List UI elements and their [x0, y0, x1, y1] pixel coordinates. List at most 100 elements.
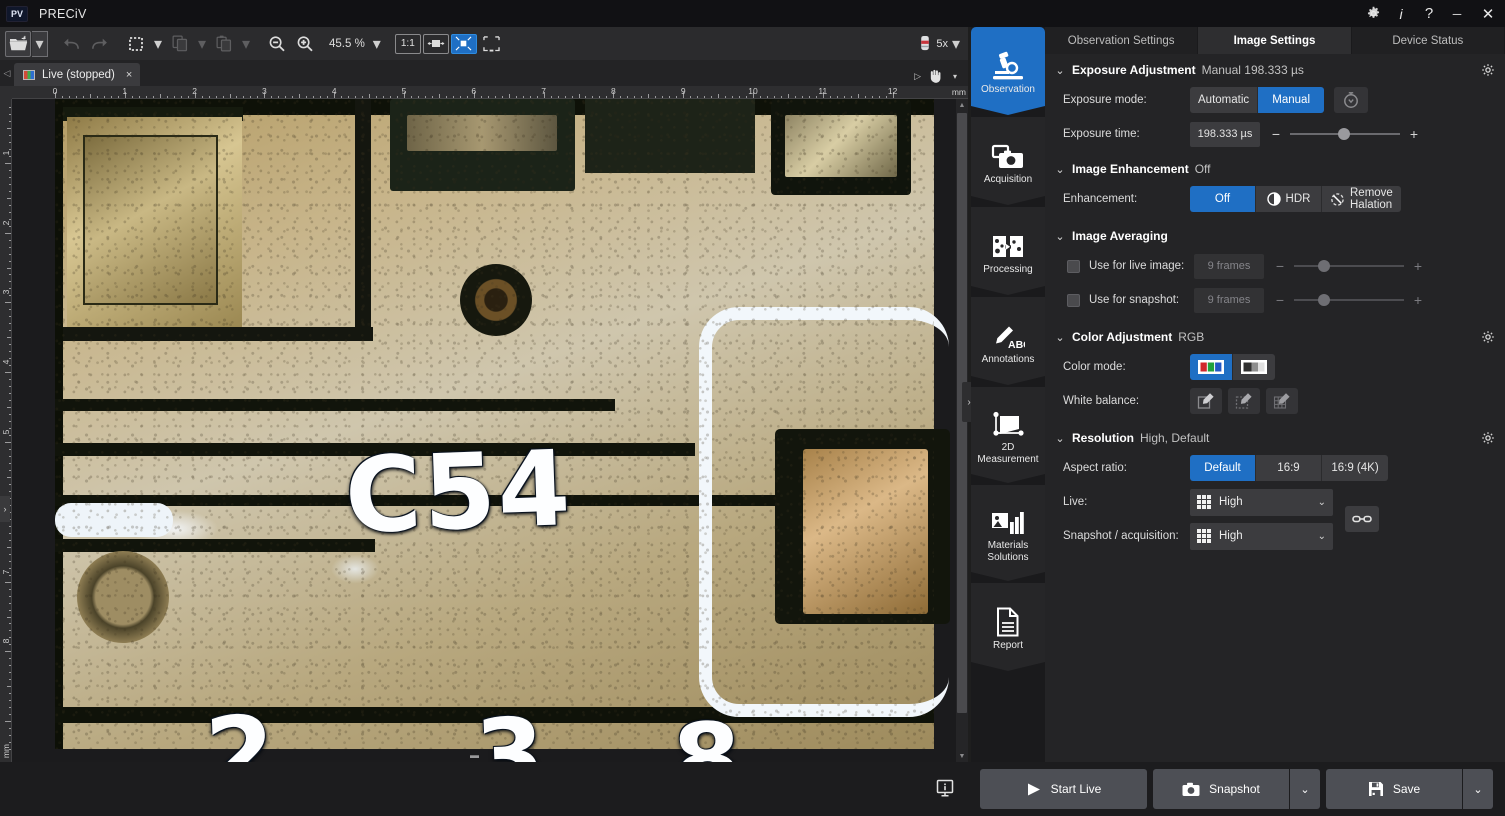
averaging-live-increase-button[interactable]: +: [1412, 258, 1424, 274]
fullscreen-icon[interactable]: [479, 34, 505, 54]
aspect-ratio-16-9-button[interactable]: 16:9: [1256, 455, 1322, 481]
scroll-up-icon[interactable]: ▲: [956, 99, 968, 111]
close-button[interactable]: ✕: [1471, 0, 1505, 27]
link-resolutions-chain-icon[interactable]: [1345, 506, 1379, 532]
redo-icon[interactable]: [86, 31, 112, 57]
document-tab-live[interactable]: Live (stopped) ×: [14, 63, 140, 86]
chevron-down-icon[interactable]: ⌄: [1318, 497, 1326, 508]
one-to-one-icon[interactable]: 1:1: [395, 34, 421, 54]
fit-window-icon[interactable]: [451, 34, 477, 54]
resolution-live-dropdown[interactable]: High ⌄: [1190, 489, 1333, 516]
collapse-left-panel-chevron-icon[interactable]: ›: [0, 496, 10, 522]
fit-width-icon[interactable]: [423, 34, 449, 54]
exposure-mode-automatic-button[interactable]: Automatic: [1190, 87, 1258, 113]
aspect-ratio-16-9-4k-button[interactable]: 16:9 (4K): [1322, 455, 1388, 481]
undo-icon[interactable]: [58, 31, 84, 57]
exposure-time-slider[interactable]: [1290, 133, 1400, 135]
section-color-adjustment[interactable]: ⌄ Color Adjustment RGB: [1045, 324, 1505, 350]
exposure-increase-button[interactable]: +: [1408, 126, 1420, 142]
rail-item-report[interactable]: Report: [971, 583, 1045, 671]
vertical-scrollbar[interactable]: ▲ ▼: [956, 99, 968, 762]
chevron-down-icon[interactable]: ⌄: [1054, 432, 1066, 445]
tab-device-status[interactable]: Device Status: [1352, 27, 1504, 54]
checkbox-use-for-live-image[interactable]: [1067, 260, 1080, 273]
gear-icon[interactable]: [1481, 63, 1495, 77]
enhancement-off-button[interactable]: Off: [1190, 186, 1256, 212]
color-mode-grayscale-button[interactable]: [1233, 354, 1275, 380]
save-button[interactable]: Save: [1326, 769, 1462, 809]
rail-item-2d-measurement[interactable]: 2DMeasurement: [971, 387, 1045, 483]
magnifier-minus-icon[interactable]: [264, 31, 290, 57]
slider-knob[interactable]: [1338, 128, 1350, 140]
minimize-button[interactable]: ─: [1443, 0, 1471, 27]
snapshot-button[interactable]: Snapshot: [1153, 769, 1289, 809]
chevron-down-icon[interactable]: ⌄: [1054, 64, 1066, 77]
chevron-down-icon[interactable]: ⌄: [1054, 331, 1066, 344]
paste-icon[interactable]: [211, 31, 237, 57]
close-icon[interactable]: ×: [126, 69, 132, 81]
aspect-ratio-default-button[interactable]: Default: [1190, 455, 1256, 481]
section-image-enhancement[interactable]: ⌄ Image Enhancement Off: [1045, 156, 1505, 182]
play-icon[interactable]: ▷: [914, 71, 921, 82]
slider-knob[interactable]: [1318, 294, 1330, 306]
start-live-button[interactable]: Start Live: [980, 769, 1147, 809]
chevron-down-icon[interactable]: ⌄: [1054, 230, 1066, 243]
section-resolution[interactable]: ⌄ Resolution High, Default: [1045, 425, 1505, 451]
rail-item-processing[interactable]: Annotations Processing: [971, 207, 1045, 295]
viewer-tools-chevron-down-icon[interactable]: ▾: [950, 69, 960, 83]
exposure-timer-button[interactable]: [1334, 87, 1368, 113]
tab-scroll-left-icon[interactable]: ◁: [0, 60, 14, 86]
rail-item-annotations[interactable]: ABC Annotations: [971, 297, 1045, 385]
exposure-mode-manual-button[interactable]: Manual: [1258, 87, 1324, 113]
averaging-snapshot-decrease-button[interactable]: −: [1274, 292, 1286, 308]
rail-item-materials-solutions[interactable]: MaterialsSolutions: [971, 485, 1045, 581]
open-file-dropdown-chevron-down-icon[interactable]: ▾: [32, 31, 48, 57]
enhancement-hdr-button[interactable]: HDR: [1256, 186, 1322, 212]
averaging-live-slider[interactable]: [1294, 265, 1404, 267]
gear-icon[interactable]: [1481, 330, 1495, 344]
copy-dropdown-chevron-down-icon[interactable]: ▾: [194, 31, 210, 57]
tab-image-settings[interactable]: Image Settings: [1198, 27, 1350, 54]
section-exposure-adjustment[interactable]: ⌄ Exposure Adjustment Manual 198.333 µs: [1045, 57, 1505, 83]
dashed-rectangle-icon[interactable]: [123, 31, 149, 57]
white-balance-point-picker-icon[interactable]: [1228, 388, 1260, 414]
averaging-snapshot-frames-value[interactable]: 9 frames: [1194, 288, 1264, 313]
hand-pan-icon[interactable]: [928, 69, 943, 83]
copy-icon[interactable]: [167, 31, 193, 57]
tab-observation-settings[interactable]: Observation Settings: [1045, 27, 1197, 54]
pan-handle-icon[interactable]: ▬: [470, 750, 479, 760]
enhancement-remove-halation-button[interactable]: RemoveHalation: [1322, 186, 1401, 212]
white-balance-auto-picker-icon[interactable]: [1266, 388, 1298, 414]
selection-tool-dropdown-chevron-down-icon[interactable]: ▾: [150, 31, 166, 57]
magnifier-plus-icon[interactable]: [292, 31, 318, 57]
averaging-live-frames-value[interactable]: 9 frames: [1194, 254, 1264, 279]
section-image-averaging[interactable]: ⌄ Image Averaging: [1045, 223, 1505, 249]
info-icon[interactable]: i: [1387, 0, 1415, 27]
gear-icon[interactable]: [1481, 431, 1495, 445]
checkbox-use-for-snapshot[interactable]: [1067, 294, 1080, 307]
exposure-time-value[interactable]: 198.333 µs: [1190, 122, 1260, 147]
resolution-snapshot-dropdown[interactable]: High ⌄: [1190, 523, 1333, 550]
averaging-snapshot-slider[interactable]: [1294, 299, 1404, 301]
magnification-control[interactable]: 5x ▾: [919, 31, 968, 57]
open-folder-icon[interactable]: [5, 31, 31, 57]
magnification-chevron-down-icon[interactable]: ▾: [948, 31, 964, 57]
help-icon[interactable]: ?: [1415, 0, 1443, 27]
zoom-level-chevron-down-icon[interactable]: ▾: [369, 31, 385, 57]
color-mode-rgb-button[interactable]: [1190, 354, 1233, 380]
paste-dropdown-chevron-down-icon[interactable]: ▾: [238, 31, 254, 57]
zoom-level-value[interactable]: 45.5 %: [319, 38, 369, 50]
monitor-info-icon[interactable]: [934, 777, 956, 799]
settings-gear-icon[interactable]: [1359, 0, 1387, 27]
scroll-down-icon[interactable]: ▼: [956, 750, 968, 762]
white-balance-area-picker-icon[interactable]: [1190, 388, 1222, 414]
chevron-down-icon[interactable]: ⌄: [1318, 531, 1326, 542]
chevron-down-icon[interactable]: ⌄: [1054, 163, 1066, 176]
snapshot-dropdown-chevron-down-icon[interactable]: ⌄: [1290, 769, 1320, 809]
slider-knob[interactable]: [1318, 260, 1330, 272]
rail-item-acquisition[interactable]: Acquisition: [971, 117, 1045, 205]
rail-item-observation[interactable]: Observation: [971, 27, 1045, 115]
image-canvas[interactable]: C54 2 3 8: [12, 99, 968, 762]
save-dropdown-chevron-down-icon[interactable]: ⌄: [1463, 769, 1493, 809]
exposure-decrease-button[interactable]: −: [1270, 126, 1282, 142]
